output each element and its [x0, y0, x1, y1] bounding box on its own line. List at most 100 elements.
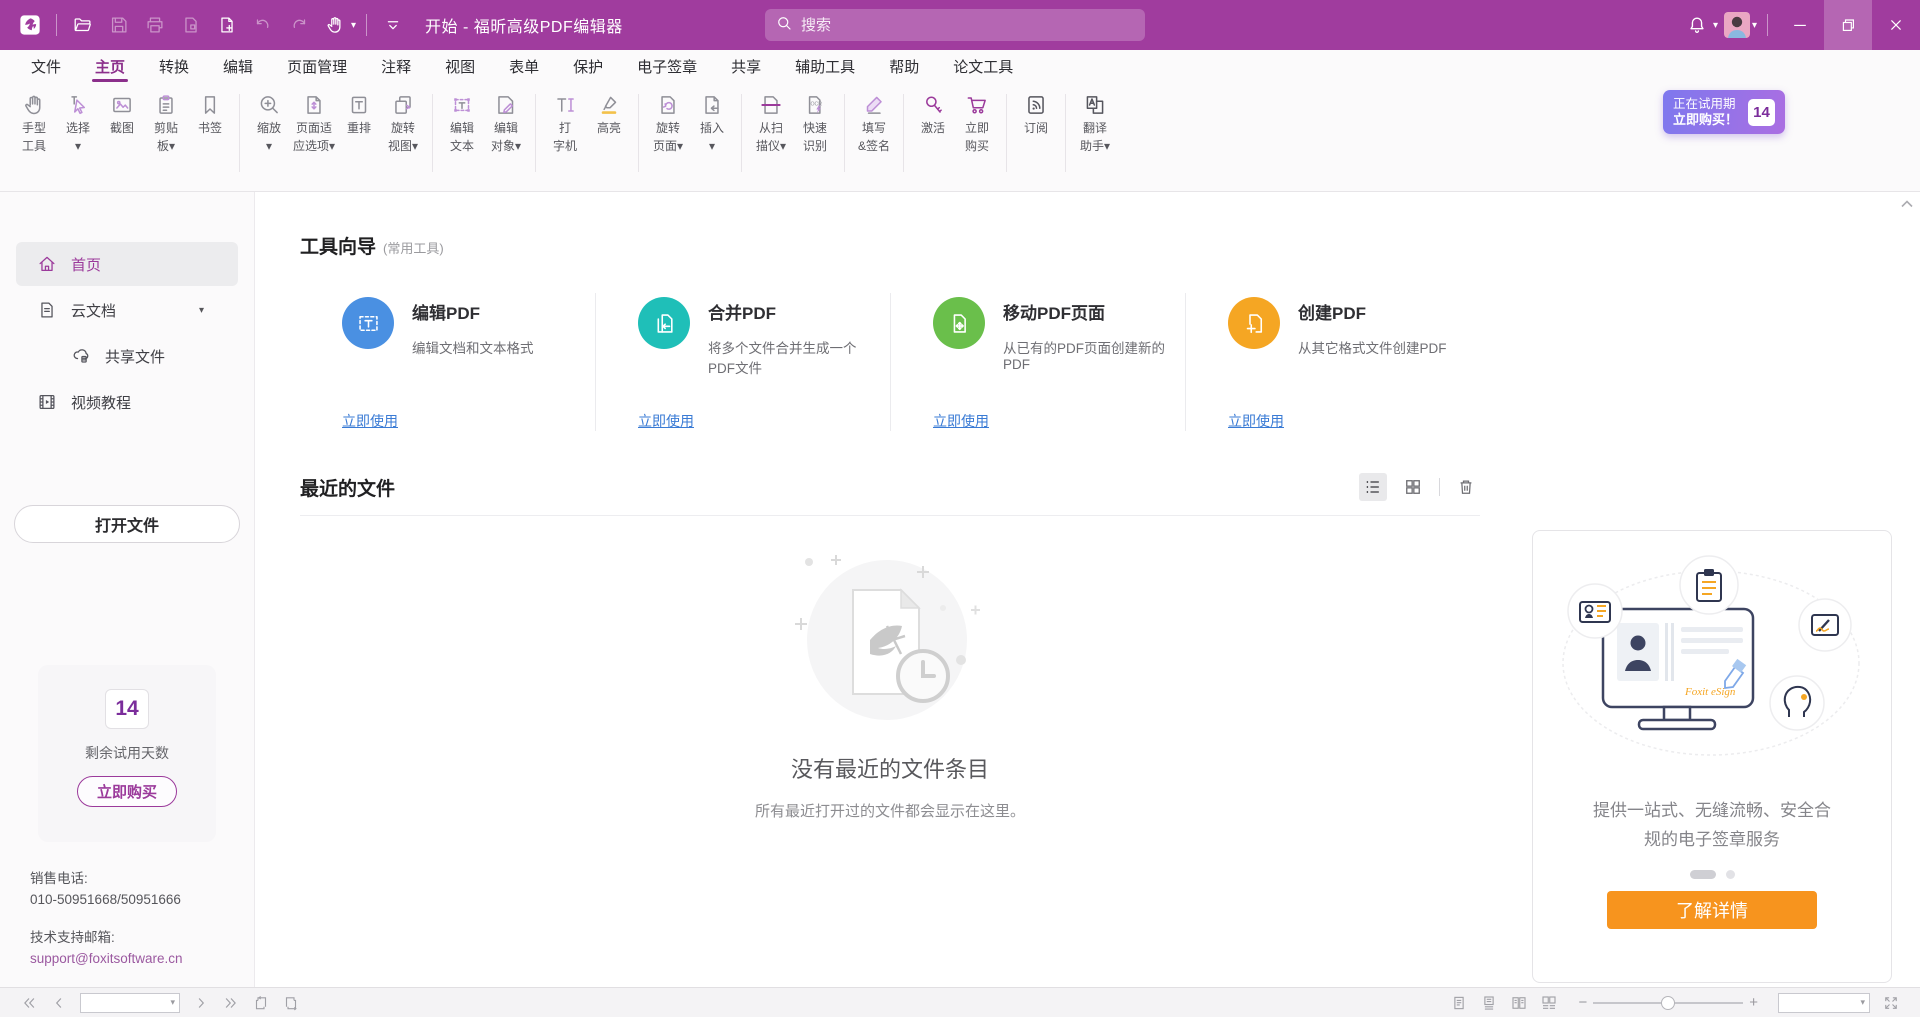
- avatar-dropdown-caret[interactable]: ▾: [1752, 20, 1757, 31]
- tool-rotate-view[interactable]: 旋转视图▾: [381, 92, 425, 154]
- tool-label: 重排: [347, 120, 371, 136]
- tool-rotate-pages[interactable]: 旋转页面▾: [646, 92, 690, 154]
- tool-edit-object[interactable]: 编辑对象▾: [484, 92, 528, 154]
- use-now-link[interactable]: 立即使用: [342, 411, 398, 431]
- tool-clipboard[interactable]: 剪贴板▾: [144, 92, 188, 154]
- chevron-down-icon[interactable]: ▾: [199, 305, 204, 316]
- folder-open-icon[interactable]: [70, 12, 96, 38]
- tool-cart[interactable]: 立即购买: [955, 92, 999, 154]
- menu-tab-辅助工具[interactable]: 辅助工具: [778, 50, 872, 82]
- search-input[interactable]: [801, 17, 1101, 34]
- menu-tab-转换[interactable]: 转换: [142, 50, 206, 82]
- tool-bookmark[interactable]: 书签: [188, 92, 232, 136]
- menu-tab-视图[interactable]: 视图: [428, 50, 492, 82]
- menu-tab-表单[interactable]: 表单: [492, 50, 556, 82]
- sidebar-item-云文档[interactable]: 云文档▾: [0, 288, 254, 332]
- use-now-link[interactable]: 立即使用: [1228, 411, 1284, 431]
- tool-edit-text[interactable]: 编辑文本: [440, 92, 484, 154]
- facing-view-icon[interactable]: [1508, 992, 1530, 1014]
- menu-tab-论文工具[interactable]: 论文工具: [936, 50, 1030, 82]
- trial-purchase-badge[interactable]: 正在试用期 立即购买！ 14: [1663, 90, 1785, 134]
- toolbar-group-separator: [1006, 94, 1007, 172]
- tool-hand-tool[interactable]: 手型工具: [12, 92, 56, 154]
- hand-icon[interactable]: [322, 12, 348, 38]
- trial-badge-line1: 正在试用期: [1673, 97, 1738, 112]
- use-now-link[interactable]: 立即使用: [638, 411, 694, 431]
- clear-recent-trash-icon[interactable]: [1452, 473, 1480, 501]
- carousel-dot[interactable]: [1726, 870, 1735, 879]
- page-number-input[interactable]: [85, 996, 155, 1010]
- continuous-view-icon[interactable]: [1478, 992, 1500, 1014]
- zoom-level-combobox[interactable]: ▾: [1778, 993, 1870, 1013]
- tool-fill-sign[interactable]: 填写&签名: [852, 92, 896, 154]
- menu-tab-电子签章[interactable]: 电子签章: [620, 50, 714, 82]
- previous-page-icon[interactable]: [48, 992, 70, 1014]
- scroll-up-icon[interactable]: [1900, 196, 1914, 214]
- carousel-dots[interactable]: [1533, 870, 1891, 879]
- hand-dropdown-caret[interactable]: ▾: [351, 20, 356, 31]
- zoom-slider-handle[interactable]: [1661, 996, 1675, 1010]
- sidebar-item-首页[interactable]: 首页: [16, 242, 238, 286]
- page-number-combobox[interactable]: ▾: [80, 993, 180, 1013]
- tool-activate[interactable]: 激活: [911, 92, 955, 136]
- tool-translate[interactable]: 翻译助手▾: [1073, 92, 1117, 154]
- search-box[interactable]: [765, 9, 1145, 41]
- fullscreen-icon[interactable]: [1880, 992, 1902, 1014]
- last-page-icon[interactable]: [220, 992, 242, 1014]
- zoom-combobox-caret[interactable]: ▾: [1860, 997, 1865, 1008]
- use-now-link[interactable]: 立即使用: [933, 411, 989, 431]
- menu-tab-文件[interactable]: 文件: [14, 50, 78, 82]
- sidebar-item-共享文件[interactable]: 共享文件: [0, 334, 254, 378]
- tool-highlight[interactable]: 高亮: [587, 92, 631, 136]
- tool-subscribe[interactable]: 订阅: [1014, 92, 1058, 136]
- menu-tab-注释[interactable]: 注释: [364, 50, 428, 82]
- menu-tab-共享[interactable]: 共享: [714, 50, 778, 82]
- sidebar-item-视频教程[interactable]: 视频教程: [0, 380, 254, 424]
- foxit-logo-icon[interactable]: [17, 12, 43, 38]
- menu-tab-编辑[interactable]: 编辑: [206, 50, 270, 82]
- tool-page-fit[interactable]: 页面适应选项▾: [291, 92, 337, 154]
- open-file-button[interactable]: 打开文件: [14, 505, 240, 543]
- menu-tab-页面管理[interactable]: 页面管理: [270, 50, 364, 82]
- user-avatar[interactable]: [1724, 12, 1750, 38]
- tool-snapshot[interactable]: 截图: [100, 92, 144, 136]
- card-title: 移动PDF页面: [1003, 299, 1167, 324]
- tool-scanner[interactable]: 从扫描仪▾: [749, 92, 793, 154]
- bell-dropdown-caret[interactable]: ▾: [1713, 20, 1718, 31]
- grid-view-icon[interactable]: [1399, 473, 1427, 501]
- restore-button[interactable]: [1824, 0, 1872, 50]
- menu-tab-帮助[interactable]: 帮助: [872, 50, 936, 82]
- list-view-icon[interactable]: [1359, 473, 1387, 501]
- tool-ocr[interactable]: OCR快速识别: [793, 92, 837, 154]
- tool-typewriter[interactable]: 打字机: [543, 92, 587, 154]
- menu-tab-主页[interactable]: 主页: [78, 50, 142, 82]
- carousel-dot-active[interactable]: [1690, 870, 1716, 879]
- previous-view-icon[interactable]: [250, 992, 272, 1014]
- tool-reflow[interactable]: 重排: [337, 92, 381, 136]
- tool-zoom[interactable]: 缩放▾: [247, 92, 291, 154]
- next-view-icon[interactable]: [280, 992, 302, 1014]
- single-page-view-icon[interactable]: [1448, 992, 1470, 1014]
- support-email-address[interactable]: support@foxitsoftware.cn: [30, 948, 183, 969]
- new-doc-icon[interactable]: [214, 12, 240, 38]
- learn-more-button[interactable]: 了解详情: [1607, 891, 1817, 929]
- tool-select-tool[interactable]: 选择▾: [56, 92, 100, 154]
- zoom-in-icon[interactable]: +: [1743, 994, 1764, 1011]
- minimize-button[interactable]: [1776, 0, 1824, 50]
- notification-bell-icon[interactable]: [1684, 12, 1710, 38]
- video-tutorial-icon: [36, 391, 58, 413]
- menu-tab-保护[interactable]: 保护: [556, 50, 620, 82]
- contact-info: 销售电话: 010-50951668/50951666 技术支持邮箱: supp…: [30, 868, 183, 986]
- zoom-level-input[interactable]: [1783, 996, 1853, 1010]
- next-page-icon[interactable]: [190, 992, 212, 1014]
- zoom-slider-track[interactable]: [1593, 1002, 1743, 1004]
- page-combobox-caret[interactable]: ▾: [170, 997, 175, 1008]
- zoom-slider[interactable]: − +: [1572, 994, 1764, 1011]
- facing-continuous-view-icon[interactable]: [1538, 992, 1560, 1014]
- close-button[interactable]: [1872, 0, 1920, 50]
- tool-insert-pages[interactable]: 插入▾: [690, 92, 734, 154]
- first-page-icon[interactable]: [18, 992, 40, 1014]
- zoom-out-icon[interactable]: −: [1572, 994, 1593, 1011]
- buy-now-button[interactable]: 立即购买: [77, 776, 177, 807]
- collapse-ribbon-icon[interactable]: [380, 12, 406, 38]
